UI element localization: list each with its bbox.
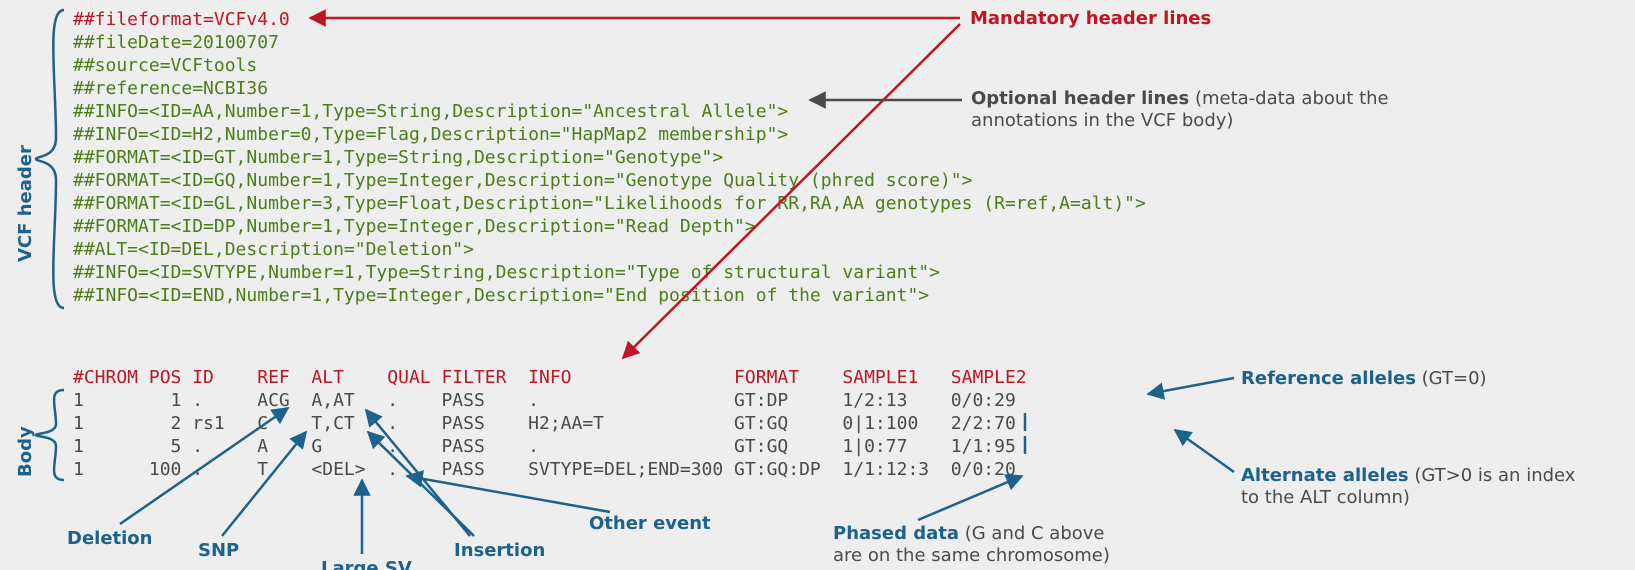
header-line-7: ##FORMAT=<ID=GQ,Number=1,Type=Integer,De… <box>73 169 972 192</box>
annotation-snp: SNP <box>198 540 239 562</box>
header-line-8: ##FORMAT=<ID=GL,Number=3,Type=Float,Desc… <box>73 192 1146 215</box>
annotation-insertion: Insertion <box>454 540 545 562</box>
side-label-body: Body <box>15 426 36 477</box>
brace-body <box>34 388 66 482</box>
vcf-format-diagram: VCF header Body ##fileformat=VCFv4.0 ##f… <box>0 0 1635 570</box>
header-line-11: ##INFO=<ID=SVTYPE,Number=1,Type=String,D… <box>73 261 940 284</box>
header-line-9: ##FORMAT=<ID=DP,Number=1,Type=Integer,De… <box>73 215 756 238</box>
header-line-6: ##FORMAT=<ID=GT,Number=1,Type=String,Des… <box>73 146 723 169</box>
header-line-5: ##INFO=<ID=H2,Number=0,Type=Flag,Descrip… <box>73 123 788 146</box>
body-row-0: 1 1 . ACG A,AT . PASS . GT:DP 1/2:13 0/0… <box>73 389 1016 412</box>
annotation-optional-header-main: Optional header lines <box>971 88 1189 109</box>
arrow-reference-alleles <box>1148 378 1234 394</box>
annotation-reference-alleles: Reference alleles (GT=0) <box>1241 368 1487 390</box>
annotation-large-sv: Large SV <box>321 558 412 570</box>
annotation-deletion: Deletion <box>67 528 152 550</box>
annotation-phased: Phased data (G and C above are on the sa… <box>833 523 1113 567</box>
header-line-0-mandatory: ##fileformat=VCFv4.0 <box>73 8 290 31</box>
header-line-2: ##source=VCFtools <box>73 54 257 77</box>
header-line-4: ##INFO=<ID=AA,Number=1,Type=String,Descr… <box>73 100 788 123</box>
annotation-alternate-alleles: Alternate alleles (GT>0 is an index to t… <box>1241 465 1581 509</box>
column-header-row: #CHROM POS ID REF ALT QUAL FILTER INFO F… <box>73 366 1027 389</box>
brace-vcf-header <box>34 8 66 310</box>
annotation-other-event: Other event <box>589 513 711 535</box>
body-row-1: 1 2 rs1 C T,CT . PASS H2;AA=T GT:GQ 0|1:… <box>73 412 1016 435</box>
body-row-3: 1 100 . T <DEL> . PASS SVTYPE=DEL;END=30… <box>73 458 1016 481</box>
arrow-other-event <box>407 476 610 512</box>
annotation-optional-header: Optional header lines (meta-data about t… <box>971 88 1431 132</box>
annotation-phased-main: Phased data <box>833 523 959 544</box>
header-line-1: ##fileDate=20100707 <box>73 31 279 54</box>
header-line-10: ##ALT=<ID=DEL,Description="Deletion"> <box>73 238 474 261</box>
side-label-vcf-header: VCF header <box>15 145 36 262</box>
arrow-alternate-alleles <box>1175 430 1234 472</box>
annotation-mandatory-header: Mandatory header lines <box>970 8 1211 30</box>
header-line-3: ##reference=NCBI36 <box>73 77 268 100</box>
annotation-reference-alleles-sub: (GT=0) <box>1416 368 1487 389</box>
arrow-phased <box>918 476 1022 520</box>
body-row-2: 1 5 . A G . PASS . GT:GQ 1|0:77 1/1:95 <box>73 435 1016 458</box>
header-line-12: ##INFO=<ID=END,Number=1,Type=Integer,Des… <box>73 284 929 307</box>
annotation-alternate-alleles-main: Alternate alleles <box>1241 465 1409 486</box>
annotation-reference-alleles-main: Reference alleles <box>1241 368 1416 389</box>
